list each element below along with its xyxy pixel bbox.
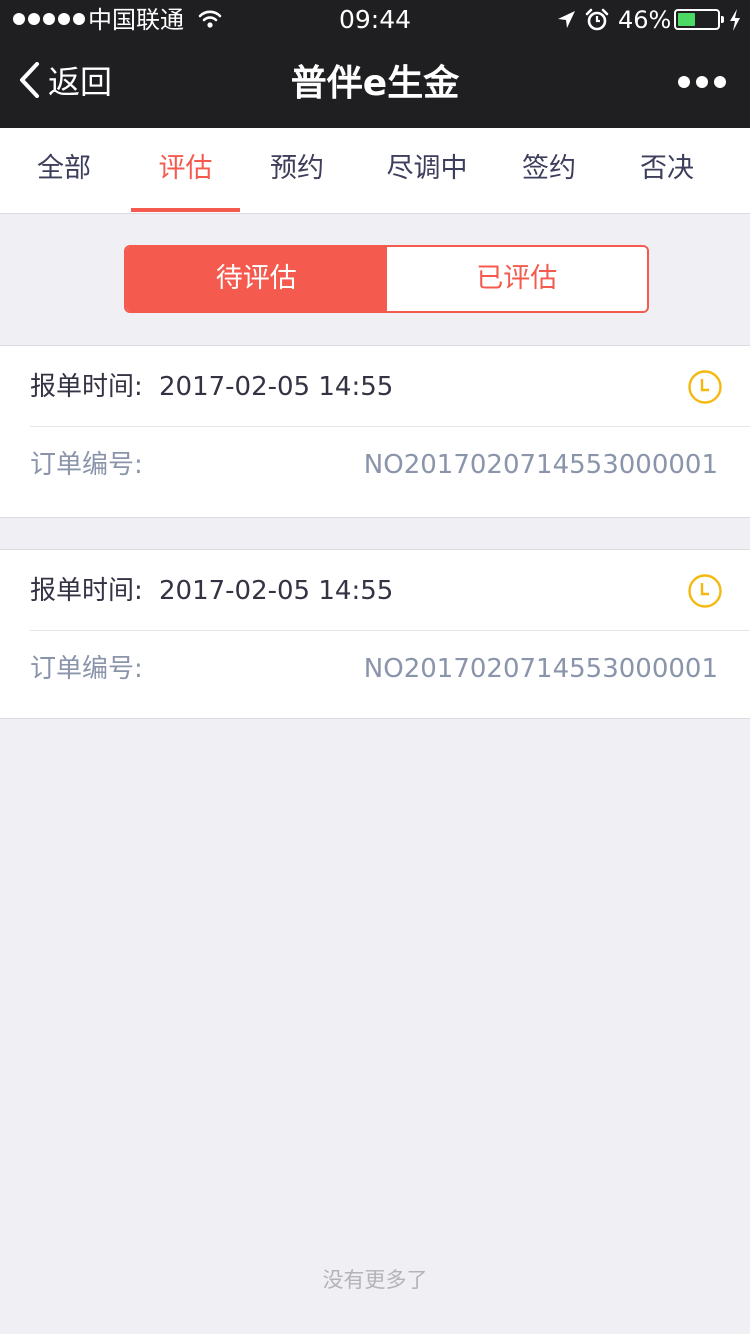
- clock-icon: [687, 369, 723, 409]
- order-number-label: 订单编号:: [30, 654, 143, 684]
- order-card[interactable]: 报单时间: 2017-02-05 14:55 订单编号: NO201702071…: [0, 549, 750, 719]
- status-bar: 中国联通 09:44 46%: [0, 0, 750, 40]
- category-tabs: 全部 评估 预约 尽调中 签约 否决: [0, 128, 750, 214]
- order-number-value: NO2017020714553000001: [363, 654, 718, 684]
- order-number-label: 订单编号:: [30, 450, 143, 480]
- location-arrow-icon: [555, 9, 577, 35]
- tab-signed[interactable]: 签约: [495, 128, 603, 212]
- tab-appointment[interactable]: 预约: [243, 128, 351, 212]
- tab-due-diligence[interactable]: 尽调中: [370, 128, 484, 212]
- order-time-row: 报单时间: 2017-02-05 14:55: [30, 550, 750, 631]
- more-options-icon[interactable]: [678, 76, 726, 88]
- evaluated-button[interactable]: 已评估: [386, 247, 647, 311]
- battery-icon: [674, 9, 724, 30]
- evaluation-status-switch: 待评估 已评估: [124, 245, 649, 313]
- navigation-bar: 返回 普伴e生金: [0, 40, 750, 128]
- tab-rejected[interactable]: 否决: [612, 128, 722, 212]
- clock-icon: [687, 573, 723, 613]
- report-time-value: 2017-02-05 14:55: [159, 372, 394, 402]
- charging-bolt-icon: [729, 9, 741, 35]
- report-time-label: 报单时间:: [30, 372, 143, 402]
- tab-all[interactable]: 全部: [8, 128, 120, 212]
- tab-evaluate[interactable]: 评估: [131, 128, 240, 212]
- order-number-value: NO2017020714553000001: [363, 450, 718, 480]
- battery-percent: 46%: [618, 6, 672, 34]
- no-more-text: 没有更多了: [322, 1268, 428, 1292]
- pending-evaluation-button[interactable]: 待评估: [126, 247, 387, 311]
- order-time-row: 报单时间: 2017-02-05 14:55: [30, 346, 750, 427]
- report-time-label: 报单时间:: [30, 576, 143, 606]
- report-time-value: 2017-02-05 14:55: [159, 576, 394, 606]
- alarm-clock-icon: [585, 8, 609, 36]
- page-title: 普伴e生金: [290, 63, 460, 104]
- order-card[interactable]: 报单时间: 2017-02-05 14:55 订单编号: NO201702071…: [0, 345, 750, 518]
